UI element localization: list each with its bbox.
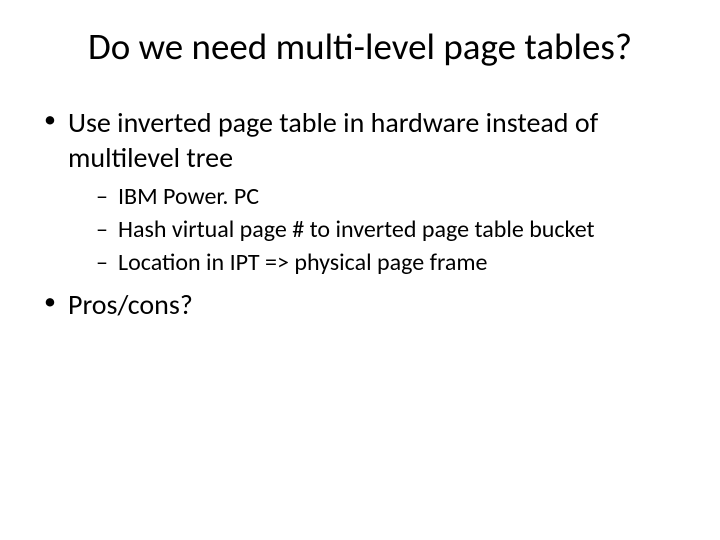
sub-bullet-text: Hash virtual page # to inverted page tab… — [118, 215, 595, 244]
bullet-text: Use inverted page table in hardware inst… — [68, 105, 598, 175]
bullet-list: Use inverted page table in hardware inst… — [40, 105, 680, 322]
sub-bullet-item: IBM Power. PC — [68, 181, 680, 212]
sub-bullet-item: Hash virtual page # to inverted page tab… — [68, 214, 680, 245]
slide-title: Do we need multi-level page tables? — [40, 24, 680, 69]
slide: Do we need multi-level page tables? Use … — [0, 0, 720, 540]
sub-bullet-list: IBM Power. PC Hash virtual page # to inv… — [68, 181, 680, 279]
bullet-item: Pros/cons? — [40, 287, 680, 322]
bullet-text: Pros/cons? — [68, 287, 193, 322]
sub-bullet-item: Location in IPT => physical page frame — [68, 247, 680, 278]
sub-bullet-text: IBM Power. PC — [118, 182, 259, 211]
sub-bullet-text: Location in IPT => physical page frame — [118, 248, 487, 277]
bullet-item: Use inverted page table in hardware inst… — [40, 105, 680, 279]
